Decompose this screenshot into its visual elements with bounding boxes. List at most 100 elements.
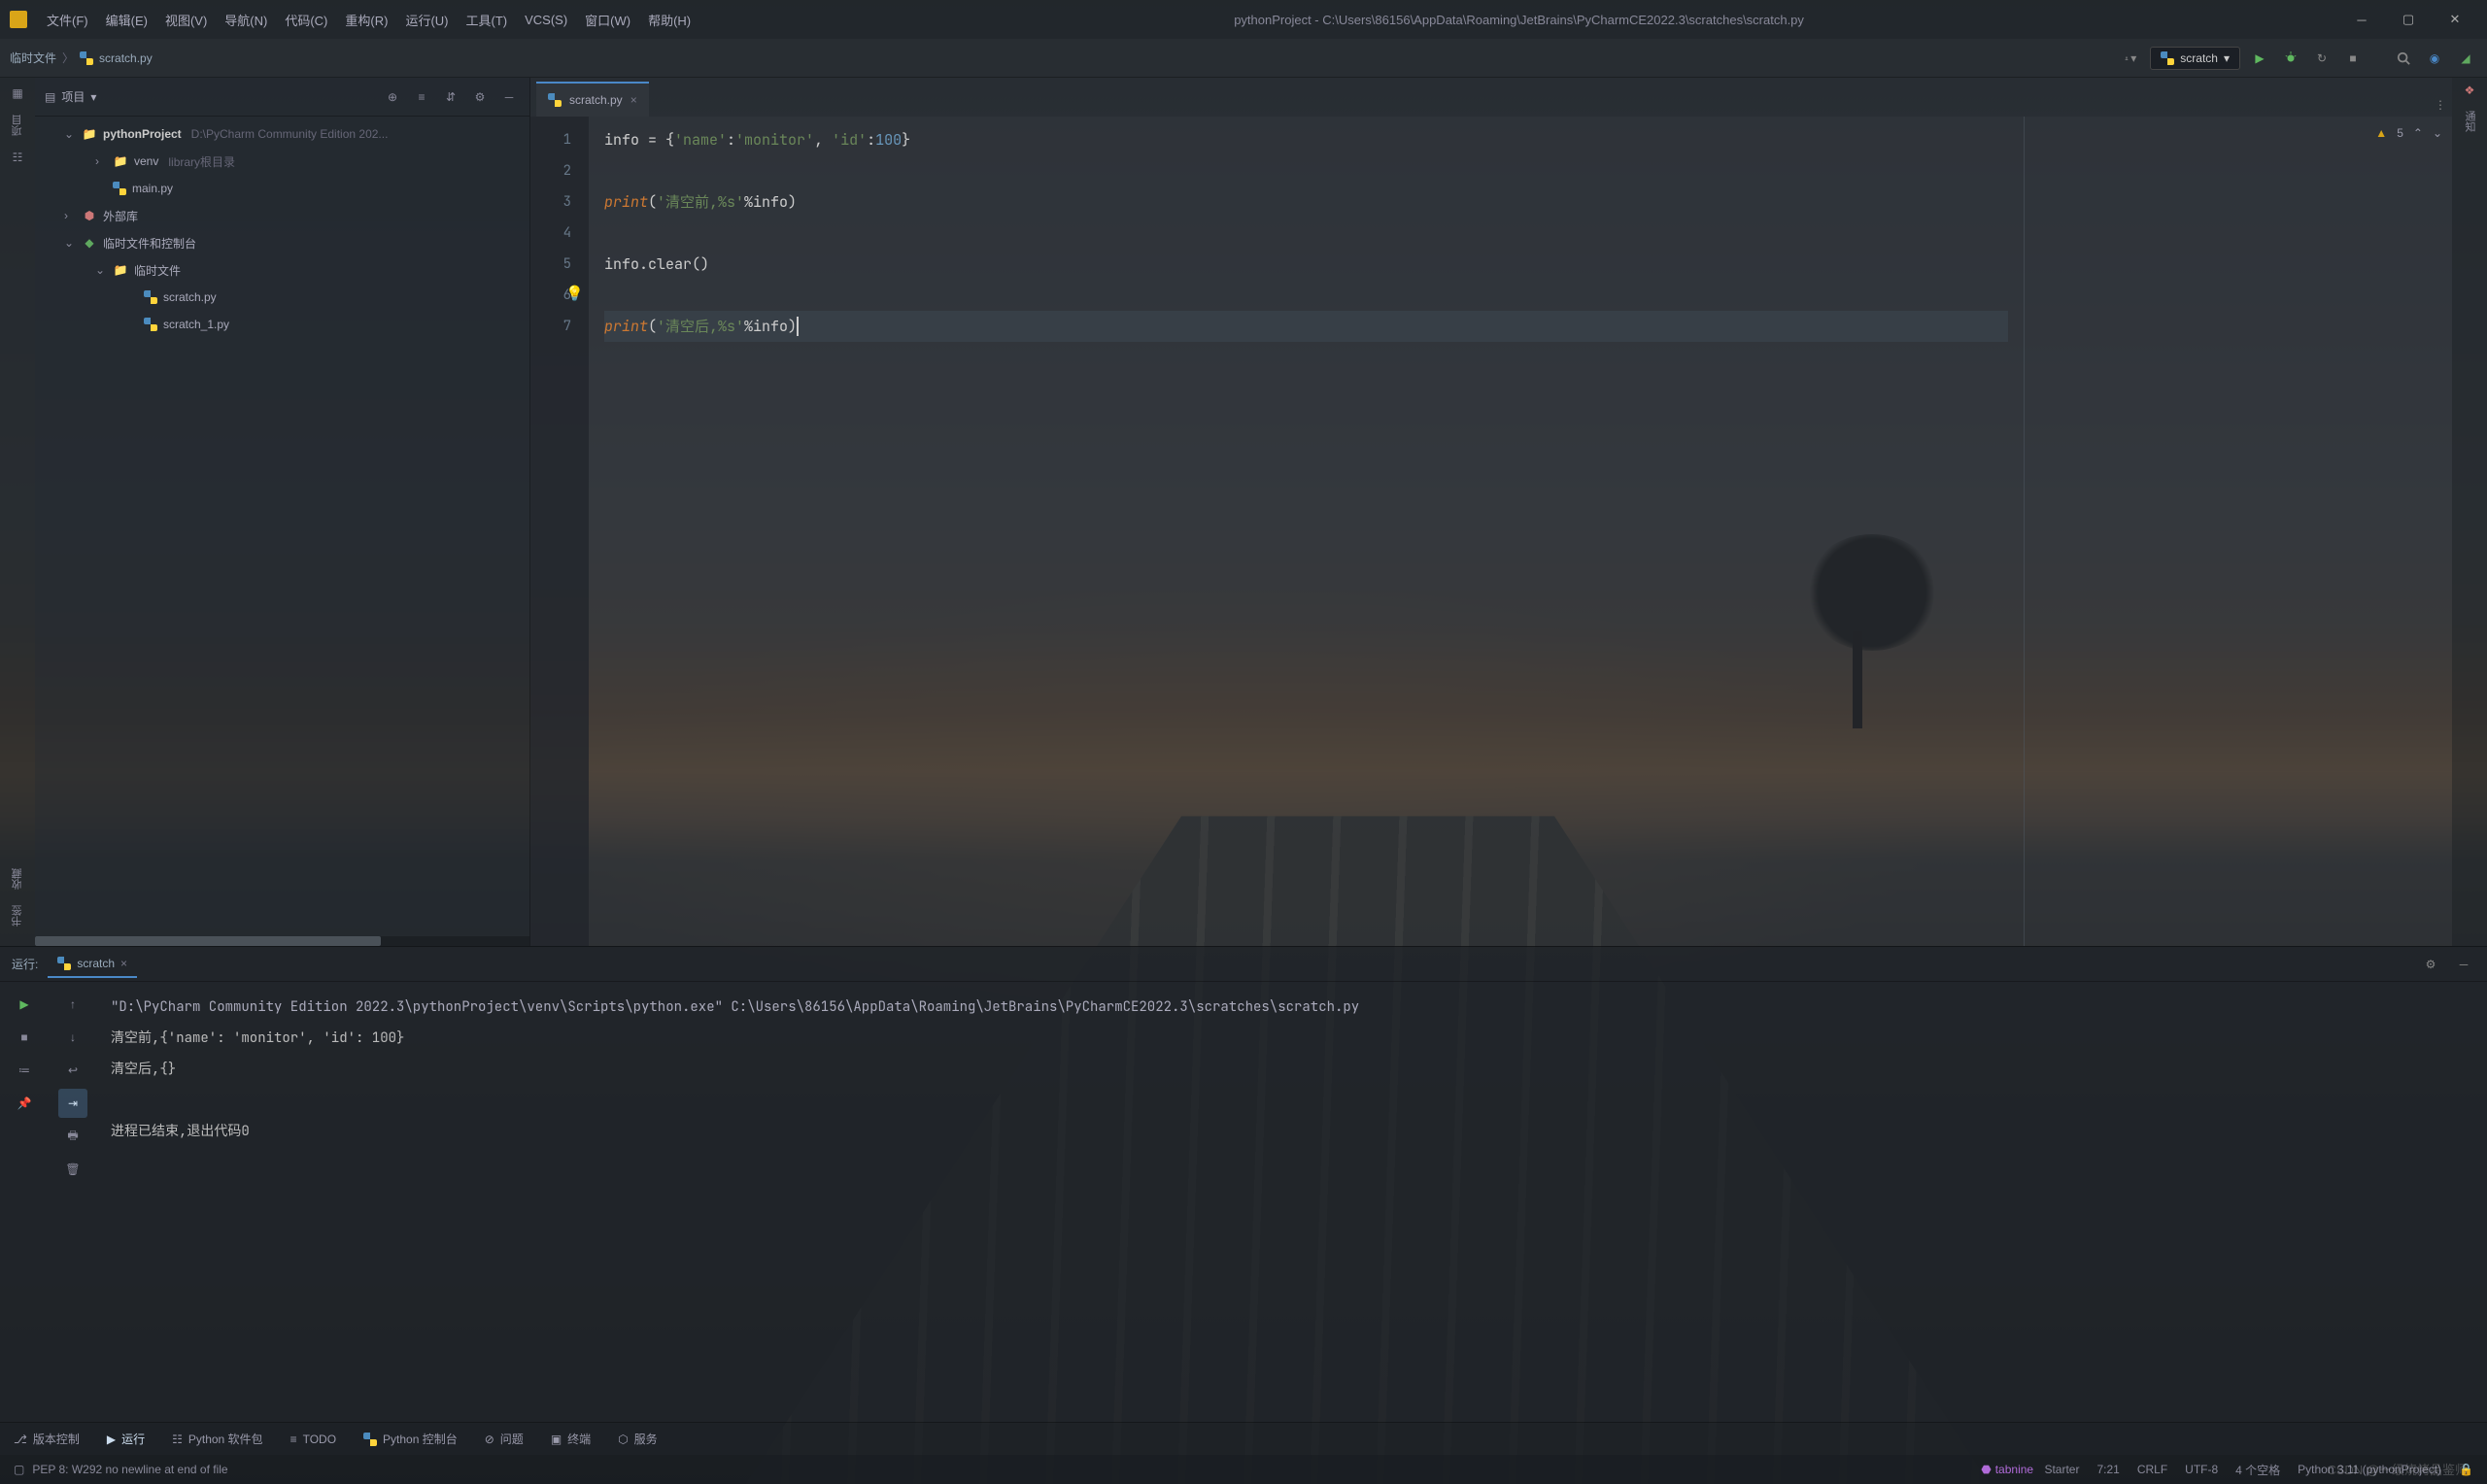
hide-panel-button[interactable]: ─: [498, 86, 520, 108]
menu-run[interactable]: 运行(U): [397, 7, 456, 33]
line-number-gutter[interactable]: 1234567: [530, 117, 589, 946]
chevron-down-icon[interactable]: ▾: [90, 90, 96, 104]
panel-settings-button[interactable]: ⚙: [469, 86, 491, 108]
editor-tabs: scratch.py × ⋮: [530, 78, 2452, 117]
notifications-icon[interactable]: ❖: [2465, 84, 2475, 97]
menu-navigate[interactable]: 导航(N): [217, 7, 275, 33]
run-tab[interactable]: scratch ×: [48, 951, 137, 978]
tab-problems[interactable]: ⊘问题: [485, 1431, 524, 1447]
menu-help[interactable]: 帮助(H): [640, 7, 698, 33]
stop-button[interactable]: ■: [2341, 47, 2365, 70]
tree-venv[interactable]: ›📁 venv library根目录: [35, 148, 529, 175]
menu-window[interactable]: 窗口(W): [577, 7, 638, 33]
run-config-selector[interactable]: scratch ▾: [2150, 47, 2240, 70]
close-tab-icon[interactable]: ×: [630, 93, 637, 107]
tree-project-root[interactable]: ⌄📁 pythonProject D:\PyCharm Community Ed…: [35, 120, 529, 148]
tree-external-libs[interactable]: ›⬢ 外部库: [35, 202, 529, 229]
code-content[interactable]: 💡 info = {'name':'monitor', 'id':100} pr…: [589, 117, 2025, 946]
todo-icon: ≡: [290, 1433, 297, 1446]
menu-code[interactable]: 代码(C): [277, 7, 335, 33]
breadcrumb-root[interactable]: 临时文件: [10, 50, 56, 66]
left-tab-favorites[interactable]: 收藏: [8, 864, 27, 894]
menu-tools[interactable]: 工具(T): [458, 7, 515, 33]
down-stack-button[interactable]: ↓: [58, 1023, 87, 1052]
scroll-to-end-button[interactable]: ⇥: [58, 1089, 87, 1118]
watermark: CSDN @一级烧烤品鉴师: [2327, 1460, 2468, 1478]
python-file-icon: [144, 318, 157, 331]
left-tab-bookmarks[interactable]: 书签: [8, 901, 27, 930]
editor-inspection-widget[interactable]: ▲ 5 ⌃ ⌄: [2375, 126, 2442, 140]
cursor-position[interactable]: 7:21: [2096, 1463, 2119, 1476]
user-button[interactable]: ▾: [2119, 47, 2142, 70]
locate-file-button[interactable]: ⊕: [382, 86, 403, 108]
rerun-button[interactable]: ▶: [10, 990, 39, 1019]
minimize-button[interactable]: ─: [2339, 0, 2384, 39]
soft-wrap-button[interactable]: ↩: [58, 1056, 87, 1085]
tab-python-packages[interactable]: ☷Python 软件包: [172, 1431, 262, 1447]
menu-refactor[interactable]: 重构(R): [337, 7, 395, 33]
tab-terminal[interactable]: ▣终端: [551, 1431, 591, 1447]
collapse-all-button[interactable]: ⇵: [440, 86, 461, 108]
hide-run-panel-icon[interactable]: ─: [2452, 953, 2475, 976]
tab-todo[interactable]: ≡TODO: [290, 1433, 336, 1446]
python-icon: [2161, 51, 2174, 65]
maximize-button[interactable]: ▢: [2386, 0, 2431, 39]
editor-more-icon[interactable]: ⋮: [2429, 93, 2452, 117]
run-button[interactable]: ▶: [2248, 47, 2271, 70]
tab-python-console[interactable]: Python 控制台: [363, 1431, 458, 1447]
prev-highlight-icon[interactable]: ⌃: [2413, 126, 2423, 140]
run-tool-window: 运行: scratch × ⚙ ─ ▶ ■ ≔ 📌 ↑ ↓: [0, 946, 2487, 1422]
project-panel-scrollbar[interactable]: [35, 936, 529, 946]
status-message[interactable]: PEP 8: W292 no newline at end of file: [32, 1463, 227, 1476]
tree-scratch1-py[interactable]: scratch_1.py: [35, 311, 529, 338]
tabnine-icon[interactable]: ◢: [2454, 47, 2477, 70]
python-icon: [57, 957, 71, 970]
tree-scratch-py[interactable]: scratch.py: [35, 284, 529, 311]
right-tab-notifications[interactable]: 通知: [2460, 107, 2479, 136]
breadcrumb-file[interactable]: scratch.py: [99, 51, 153, 65]
console-output[interactable]: "D:\PyCharm Community Edition 2022.3\pyt…: [97, 982, 2487, 1422]
up-stack-button[interactable]: ↑: [58, 990, 87, 1019]
project-tab-icon[interactable]: ▦: [8, 84, 27, 103]
run-with-coverage-button[interactable]: ↻: [2310, 47, 2334, 70]
pin-button[interactable]: 📌: [10, 1089, 39, 1118]
status-icon[interactable]: ▢: [14, 1463, 24, 1476]
tab-vcs[interactable]: ⎇版本控制: [14, 1431, 80, 1447]
structure-tab-icon[interactable]: ☷: [8, 148, 27, 167]
expand-all-button[interactable]: ≡: [411, 86, 432, 108]
search-everywhere-button[interactable]: [2392, 47, 2415, 70]
indent-setting[interactable]: 4 个空格: [2235, 1462, 2280, 1478]
left-tool-strip: ▦ 项目 ☷ 收藏 书签: [0, 78, 35, 946]
menu-edit[interactable]: 编辑(E): [98, 7, 155, 33]
print-button[interactable]: 🖶: [58, 1122, 87, 1151]
close-run-tab-icon[interactable]: ×: [120, 957, 127, 970]
tab-run[interactable]: ▶运行: [107, 1431, 145, 1447]
file-encoding[interactable]: UTF-8: [2185, 1463, 2218, 1476]
tree-main-py[interactable]: main.py: [35, 175, 529, 202]
line-separator[interactable]: CRLF: [2137, 1463, 2167, 1476]
project-tree[interactable]: ⌄📁 pythonProject D:\PyCharm Community Ed…: [35, 117, 529, 936]
editor-tab-scratch[interactable]: scratch.py ×: [536, 82, 649, 117]
breadcrumb-sep: 〉: [62, 50, 74, 66]
left-tab-project[interactable]: 项目: [8, 111, 27, 140]
tabnine-widget[interactable]: ⬣tabnine Starter: [1981, 1463, 2079, 1476]
intention-bulb-icon[interactable]: 💡: [565, 278, 584, 309]
ide-settings-button[interactable]: ◉: [2423, 47, 2446, 70]
debug-button[interactable]: [2279, 47, 2302, 70]
status-bar: ▢ PEP 8: W292 no newline at end of file …: [0, 1455, 2487, 1484]
menu-view[interactable]: 视图(V): [157, 7, 215, 33]
run-settings-icon[interactable]: ⚙: [2419, 953, 2442, 976]
menu-vcs[interactable]: VCS(S): [517, 9, 575, 31]
tree-scratches-root[interactable]: ⌄◆ 临时文件和控制台: [35, 229, 529, 256]
breadcrumb[interactable]: 临时文件 〉 scratch.py: [10, 50, 153, 66]
tree-scratches-folder[interactable]: ⌄📁 临时文件: [35, 256, 529, 284]
tab-services[interactable]: ⬡服务: [618, 1431, 658, 1447]
app-logo-icon: [10, 11, 27, 28]
close-button[interactable]: ✕: [2433, 0, 2477, 39]
clear-button[interactable]: 🗑: [58, 1155, 87, 1184]
editor-body[interactable]: 1234567 💡 info = {'name':'monitor', 'id'…: [530, 117, 2452, 946]
layout-button[interactable]: ≔: [10, 1056, 39, 1085]
stop-run-button[interactable]: ■: [10, 1023, 39, 1052]
next-highlight-icon[interactable]: ⌄: [2433, 126, 2442, 140]
menu-file[interactable]: 文件(F): [39, 7, 96, 33]
